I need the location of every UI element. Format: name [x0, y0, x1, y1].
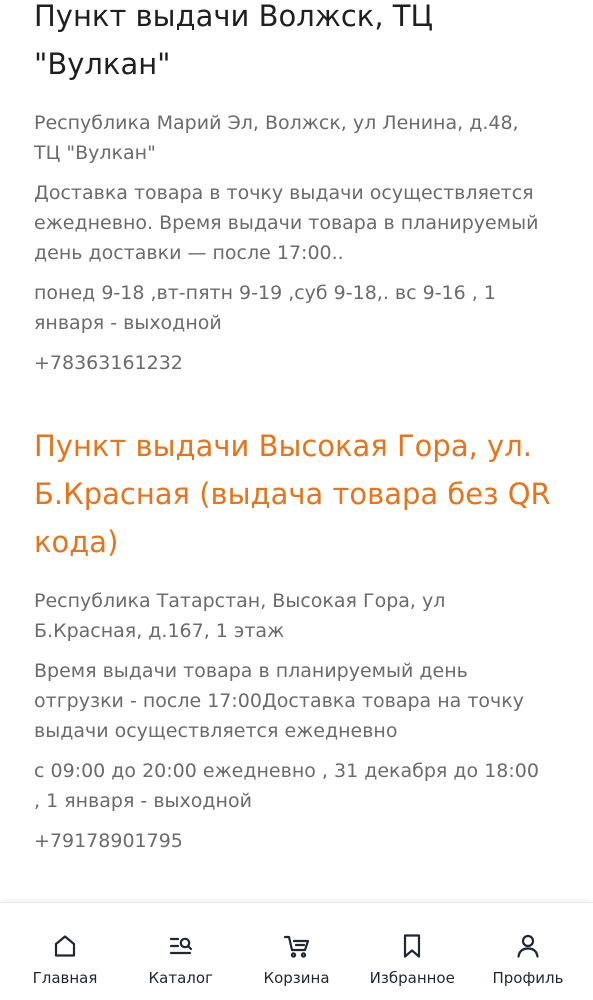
delivery-line: Время выдачи товара в планируемый день — [34, 660, 468, 682]
delivery-line: ежедневно. Время выдачи товара в планиру… — [34, 212, 539, 234]
hours-line: января - выходной — [34, 312, 222, 334]
pickup-point-address: Республика Марий Эл, Волжск, ул Ленина, … — [34, 108, 559, 168]
cart-icon — [283, 935, 309, 958]
delivery-line: Доставка товара в точку выдачи осуществл… — [34, 182, 534, 204]
title-line: Пункт выдачи Волжск, ТЦ — [34, 0, 433, 33]
pickup-point-delivery-info: Доставка товара в точку выдачи осуществл… — [34, 178, 559, 268]
catalog-icon — [169, 937, 192, 955]
hours-line: с 09:00 до 20:00 ежедневно , 31 декабря … — [34, 760, 539, 782]
title-line: "Вулкан" — [34, 47, 171, 81]
pickup-point-address: Республика Татарстан, Высокая Гора, ул Б… — [34, 586, 559, 646]
pickup-points-list: Пункт выдачи Волжск, ТЦ "Вулкан" Республ… — [34, 0, 559, 856]
pickup-point-hours: с 09:00 до 20:00 ежедневно , 31 декабря … — [34, 756, 559, 816]
tab-label: Каталог — [148, 969, 213, 987]
delivery-line: выдачи осуществляется ежедневно — [34, 720, 398, 742]
pickup-point-delivery-info: Время выдачи товара в планируемый день о… — [34, 656, 559, 746]
tab-favorites[interactable]: Избранное — [357, 903, 467, 1000]
tab-label: Избранное — [369, 969, 455, 987]
pickup-point-title[interactable]: Пункт выдачи Волжск, ТЦ "Вулкан" — [34, 0, 559, 88]
delivery-line: день доставки — после 17:00.. — [34, 242, 344, 264]
bookmark-icon — [404, 934, 421, 958]
tab-label: Главная — [32, 969, 98, 987]
pickup-point-phone[interactable]: +78363161232 — [34, 348, 559, 378]
tab-profile[interactable]: Профиль — [473, 903, 583, 1000]
address-line: Республика Марий Эл, Волжск, ул Ленина, … — [34, 112, 519, 134]
title-line: Б.Красная (выдача товара без QR — [34, 477, 551, 511]
profile-icon — [517, 934, 539, 958]
page: Пункт выдачи Волжск, ТЦ "Вулкан" Республ… — [0, 0, 593, 1000]
pickup-point-hours: понед 9-18 ,вт-пятн 9-19 ,суб 9-18,. вс … — [34, 278, 559, 338]
pickup-point-volzhsk[interactable]: Пункт выдачи Волжск, ТЦ "Вулкан" Республ… — [34, 0, 559, 378]
home-icon — [54, 935, 76, 957]
delivery-line: отгрузки - после 17:00Доставка товара на… — [34, 690, 524, 712]
hours-line: , 1 января - выходной — [34, 790, 252, 812]
address-line: Б.Красная, д.167, 1 этаж — [34, 620, 285, 642]
address-line: ТЦ "Вулкан" — [34, 142, 156, 164]
bottom-tab-bar: Главная Каталог Корзина Избранное Профил… — [0, 902, 593, 1000]
pickup-point-title[interactable]: Пункт выдачи Высокая Гора, ул. Б.Красная… — [34, 422, 559, 566]
tab-catalog[interactable]: Каталог — [126, 903, 236, 1000]
title-line: кода) — [34, 525, 119, 559]
title-line: Пункт выдачи Высокая Гора, ул. — [34, 429, 532, 463]
address-line: Республика Татарстан, Высокая Гора, ул — [34, 590, 446, 612]
pickup-point-phone[interactable]: +79178901795 — [34, 826, 559, 856]
pickup-point-vysokaya-gora[interactable]: Пункт выдачи Высокая Гора, ул. Б.Красная… — [34, 422, 559, 856]
tab-label: Профиль — [492, 969, 564, 987]
tab-cart[interactable]: Корзина — [242, 903, 352, 1000]
hours-line: понед 9-18 ,вт-пятн 9-19 ,суб 9-18,. вс … — [34, 282, 496, 304]
tab-label: Корзина — [263, 969, 330, 987]
tab-home[interactable]: Главная — [10, 903, 120, 1000]
